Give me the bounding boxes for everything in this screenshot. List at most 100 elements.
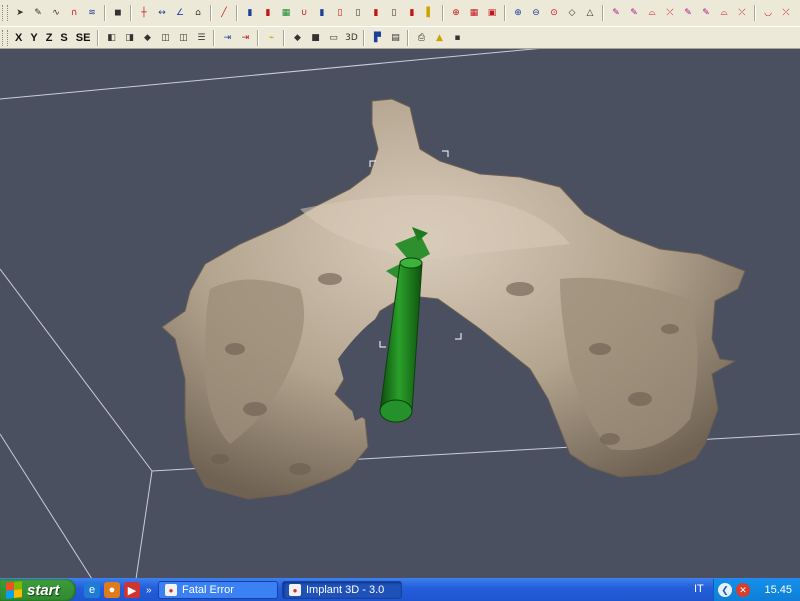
zoom-out-icon[interactable]: ⊖	[528, 5, 544, 21]
house-section-icon[interactable]: ⌂	[190, 5, 206, 21]
view-3d-icon[interactable]: 3D	[343, 30, 359, 46]
shape-diamond-icon[interactable]: ◆	[289, 30, 305, 46]
show-guide-icon[interactable]: ✎	[698, 5, 714, 21]
crosshair-icon[interactable]: ┼	[136, 5, 152, 21]
toolbar-separator	[210, 5, 212, 21]
toolbar-grip[interactable]	[2, 30, 8, 46]
task-label: Fatal Error	[182, 584, 234, 596]
shape-square-icon[interactable]: ■	[307, 30, 323, 46]
firefox-icon[interactable]: ●	[104, 582, 120, 598]
toolbar-area: ➤ ✎ ∿ ∩ ≋ ◼ ┼ ↔ ∠ ⌂ ╱ ▮ ▮ ▦ ∪ ▮ ▯ ▯ ▮ ▯ ▮ ▌ ⊕ ▦ ▣ ⊕ ⊖ ⊙ ◇ △ ✎ ✎ ⌓ ⤫ ✎ ✎ ⌓ ⤫ ◡ ⤫…	[0, 0, 800, 49]
quick-launch-more-icon[interactable]: »	[146, 585, 152, 596]
angle-icon[interactable]: ∠	[172, 5, 188, 21]
start-button[interactable]: start	[0, 579, 76, 601]
task-implant-3d[interactable]: ● Implant 3D - 3.0	[282, 581, 402, 599]
3d-scene[interactable]	[0, 49, 800, 579]
toolbar-row-1: ➤ ✎ ∿ ∩ ≋ ◼ ┼ ↔ ∠ ⌂ ╱ ▮ ▮ ▦ ∪ ▮ ▯ ▯ ▮ ▯ ▮ ▌ ⊕ ▦ ▣ ⊕ ⊖ ⊙ ◇ △ ✎ ✎ ⌓ ⤫ ✎ ✎ ⌓ ⤫ ◡ ⤫	[0, 2, 800, 24]
zoom-in-icon[interactable]: ⊕	[510, 5, 526, 21]
toolbar-separator	[97, 30, 100, 46]
warning-icon[interactable]: ▲	[431, 30, 447, 46]
implant-e-icon[interactable]: ▮	[404, 5, 420, 21]
toolbar-separator	[407, 30, 410, 46]
zoom-fit-icon[interactable]: ⊙	[546, 5, 562, 21]
view-target-icon[interactable]: ⊕	[448, 5, 464, 21]
toolbar-separator	[130, 5, 132, 21]
arc-icon[interactable]: ∩	[66, 5, 82, 21]
show-teeth-icon[interactable]: ✎	[680, 5, 696, 21]
axis-z-button[interactable]: Z	[43, 30, 56, 46]
task-fatal-error[interactable]: ● Fatal Error	[158, 581, 278, 599]
slice-c-icon[interactable]: ◆	[139, 30, 155, 46]
axis-x-button[interactable]: X	[12, 30, 25, 46]
toolbar-separator	[257, 30, 260, 46]
network-icon[interactable]: ✕	[736, 583, 750, 597]
light-icon[interactable]: ▌	[422, 5, 438, 21]
media-icon[interactable]: ▶	[124, 582, 140, 598]
slice-e-icon[interactable]: ◫	[175, 30, 191, 46]
clock: 15.45	[764, 584, 792, 596]
hide-bone-icon[interactable]: ⤫	[778, 5, 794, 21]
scan-icon[interactable]: ⌁	[263, 30, 279, 46]
magnet-icon[interactable]: ∪	[296, 5, 312, 21]
print-icon[interactable]: ⎙	[413, 30, 429, 46]
implant-add-icon[interactable]: ▮	[242, 5, 258, 21]
start-label: start	[27, 581, 60, 599]
toolbar-grip[interactable]	[2, 5, 8, 21]
cube-view-icon[interactable]: ◼	[110, 5, 126, 21]
back-arrow-icon[interactable]: ❮	[718, 583, 732, 597]
axis-s-button[interactable]: S	[57, 30, 70, 46]
ie-icon[interactable]: e	[84, 582, 100, 598]
select-arrow-icon[interactable]: ➤	[12, 5, 28, 21]
implant-tilt-icon[interactable]: ▮	[314, 5, 330, 21]
export-icon[interactable]: ⇥	[219, 30, 235, 46]
implant-a-icon[interactable]: ▯	[332, 5, 348, 21]
slice-d-icon[interactable]: ◫	[157, 30, 173, 46]
axis-y-button[interactable]: Y	[27, 30, 40, 46]
toolbar-row-2: X Y Z S SE ◧ ◨ ◆ ◫ ◫ ☰ ⇥ ⇥ ⌁ ◆ ■ ▭ 3D ▛ ▤ ⎙ ▲ ▪	[0, 26, 800, 49]
view-box-icon[interactable]: ▣	[484, 5, 500, 21]
toolbar-separator	[104, 5, 106, 21]
measure-distance-icon[interactable]: ↔	[154, 5, 170, 21]
panel-icon[interactable]: ▤	[387, 30, 403, 46]
bone-model[interactable]	[161, 98, 746, 500]
slice-b-icon[interactable]: ◨	[121, 30, 137, 46]
toolbar-separator	[602, 5, 604, 21]
slice-f-icon[interactable]: ☰	[193, 30, 209, 46]
implant-c-icon[interactable]: ▮	[368, 5, 384, 21]
show-nerve-icon[interactable]: ⌓	[644, 5, 660, 21]
language-indicator[interactable]: IT	[694, 583, 704, 595]
toolbar-separator	[363, 30, 366, 46]
curve-icon[interactable]: ∿	[48, 5, 64, 21]
windows-logo-icon	[6, 581, 22, 599]
taskbar: start e ● ▶» ● Fatal Error ● Implant 3D - 3.0…	[0, 578, 800, 601]
show-bone-icon[interactable]: ◡	[760, 5, 776, 21]
view-grid-icon[interactable]: ▦	[466, 5, 482, 21]
pan-icon[interactable]: △	[582, 5, 598, 21]
slice-a-icon[interactable]: ◧	[103, 30, 119, 46]
app-icon: ●	[165, 584, 177, 596]
toolbar-separator	[213, 30, 216, 46]
implant-remove-icon[interactable]: ▮	[260, 5, 276, 21]
spiral-icon[interactable]: ≋	[84, 5, 100, 21]
wand-icon[interactable]: ╱	[216, 5, 232, 21]
export-red-icon[interactable]: ⇥	[237, 30, 253, 46]
task-label: Implant 3D - 3.0	[306, 584, 385, 596]
layout-icon[interactable]: ▛	[369, 30, 385, 46]
hide-contour-icon[interactable]: ⤫	[734, 5, 750, 21]
shape-rect-icon[interactable]: ▭	[325, 30, 341, 46]
rotate-icon[interactable]: ◇	[564, 5, 580, 21]
implant-d-icon[interactable]: ▯	[386, 5, 402, 21]
axis-se-button[interactable]: SE	[73, 30, 94, 46]
save-icon[interactable]: ▪	[449, 30, 465, 46]
app-icon: ●	[289, 584, 301, 596]
draw-pen-icon[interactable]: ✎	[30, 5, 46, 21]
system-tray: IT ❮ ✕ 15.45	[694, 579, 800, 601]
show-maxilla-icon[interactable]: ✎	[626, 5, 642, 21]
show-mandible-icon[interactable]: ✎	[608, 5, 624, 21]
3d-viewport[interactable]	[0, 49, 800, 579]
implant-group-icon[interactable]: ▦	[278, 5, 294, 21]
toolbar-separator	[283, 30, 286, 46]
implant-b-icon[interactable]: ▯	[350, 5, 366, 21]
show-contour-icon[interactable]: ⌓	[716, 5, 732, 21]
hide-nerve-icon[interactable]: ⤫	[662, 5, 678, 21]
